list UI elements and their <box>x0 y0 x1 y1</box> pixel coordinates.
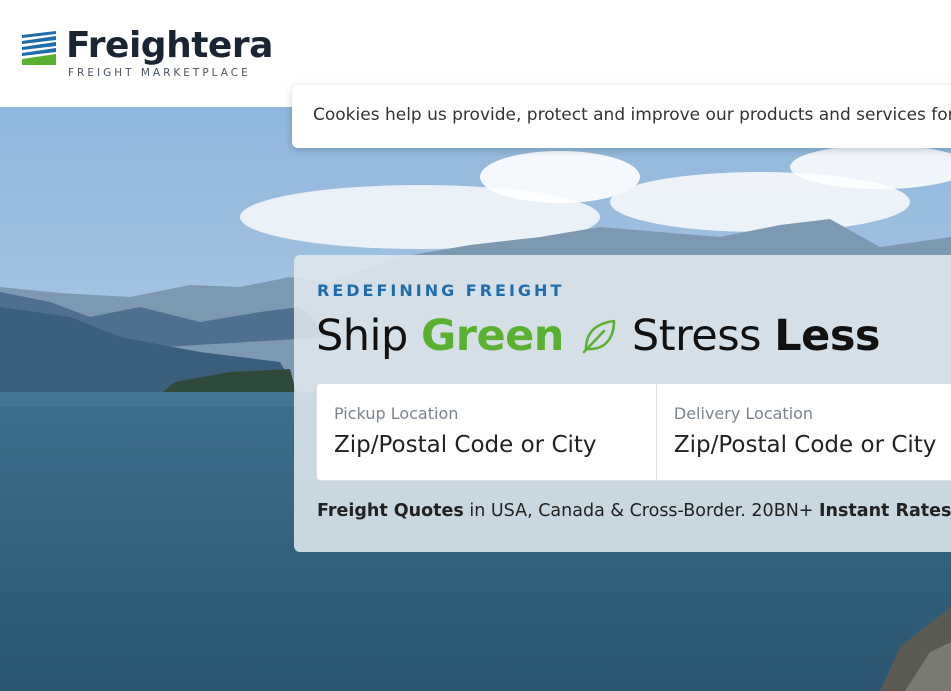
eyebrow-text: REDEFINING FREIGHT <box>317 281 565 300</box>
cookie-text: Cookies help us provide, protect and imp… <box>313 105 951 125</box>
hero-headline: Ship Green Stress Less <box>316 311 881 361</box>
subline-bold-quotes: Freight Quotes <box>317 501 464 521</box>
headline-ship: Ship <box>316 311 408 361</box>
hero-subline: Freight Quotes in USA, Canada & Cross-Bo… <box>317 501 951 521</box>
headline-stress: Stress <box>631 311 762 361</box>
delivery-field[interactable]: Delivery Location <box>655 384 951 480</box>
stripes-logo-icon <box>22 31 56 65</box>
quote-search-card: REDEFINING FREIGHT Ship Green Stress Les… <box>294 255 951 552</box>
pickup-field[interactable]: Pickup Location <box>317 384 656 480</box>
subline-text-1: in USA, Canada & Cross-Border. 20BN+ <box>463 501 820 521</box>
pickup-label: Pickup Location <box>334 404 459 423</box>
brand-name: Freightera <box>66 25 273 66</box>
delivery-label: Delivery Location <box>673 404 814 423</box>
delivery-input[interactable] <box>673 432 951 458</box>
headline-green: Green <box>420 311 564 361</box>
pickup-input[interactable] <box>334 432 639 458</box>
subline-bold-rates: Instant Rates <box>819 501 951 521</box>
brand-tagline: FREIGHT MARKETPLACE <box>68 67 251 79</box>
headline-less: Less <box>774 311 881 361</box>
leaf-icon <box>582 319 616 354</box>
location-fields: Pickup Location Delivery Location <box>316 383 951 481</box>
brand-logo[interactable]: Freightera FREIGHT MARKETPLACE <box>20 27 273 79</box>
cookie-banner: Cookies help us provide, protect and imp… <box>292 85 951 148</box>
